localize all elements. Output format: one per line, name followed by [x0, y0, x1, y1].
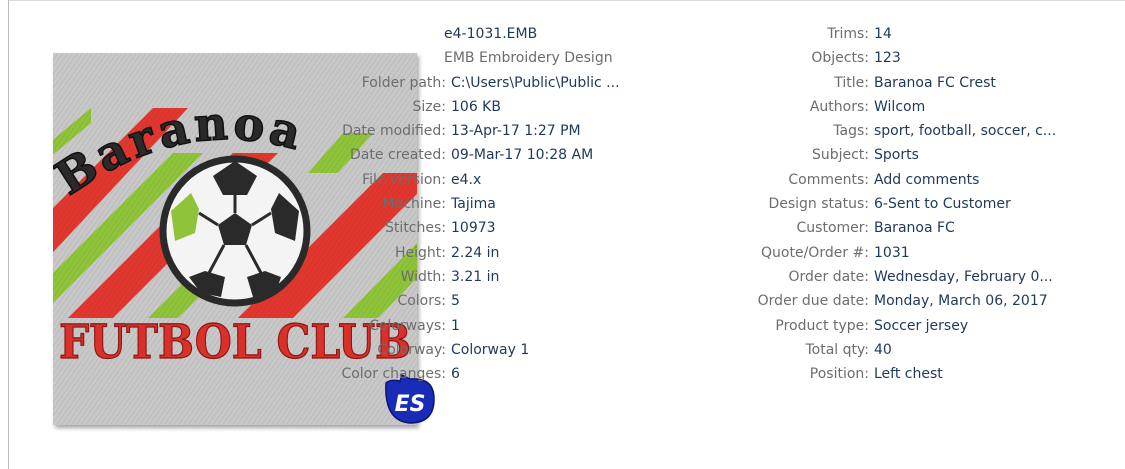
- property-label-tags: Tags:: [833, 123, 869, 140]
- property-value-authors[interactable]: Wilcom: [874, 95, 925, 119]
- property-label-total-qty: Total qty:: [805, 341, 869, 358]
- property-label-title: Title:: [834, 74, 869, 91]
- property-row-quote-order: Quote/Order #: 1031: [746, 241, 1125, 265]
- property-row-width: Width: 3.21 in: [319, 265, 669, 289]
- property-value-height[interactable]: 2.24 in: [451, 241, 499, 265]
- property-row-colorways: Colorways: 1: [319, 314, 669, 338]
- svg-text:ES: ES: [395, 392, 426, 417]
- property-label-date-modified: Date modified:: [342, 123, 446, 140]
- property-row-tags: Tags: sport, football, soccer, c...: [746, 119, 1125, 143]
- property-label-color-changes: Color changes:: [341, 366, 446, 383]
- property-label-quote-order: Quote/Order #:: [761, 244, 869, 261]
- property-row-color-changes: Color changes: 6: [319, 362, 669, 386]
- property-row-folder-path: Folder path: C:\Users\Public\Public ...: [319, 71, 669, 95]
- property-label-colorways: Colorways:: [369, 317, 446, 334]
- property-row-colors: Colors: 5: [319, 289, 669, 313]
- property-row-file-version: File version: e4.x: [319, 168, 669, 192]
- property-row-objects: Objects: 123: [746, 46, 1125, 70]
- property-row-authors: Authors: Wilcom: [746, 95, 1125, 119]
- property-value-quote-order[interactable]: 1031: [874, 241, 910, 265]
- property-label-order-date: Order date:: [788, 268, 869, 285]
- property-value-comments[interactable]: Add comments: [874, 168, 979, 192]
- property-row-product-type: Product type: Soccer jersey: [746, 314, 1125, 338]
- property-row-stitches: Stitches: 10973: [319, 216, 669, 240]
- property-value-folder-path[interactable]: C:\Users\Public\Public ...: [451, 71, 620, 95]
- property-row-date-created: Date created: 09-Mar-17 10:28 AM: [319, 143, 669, 167]
- property-value-file-version[interactable]: e4.x: [451, 168, 481, 192]
- property-label-objects: Objects:: [811, 50, 869, 67]
- property-row-trims: Trims: 14: [746, 22, 1125, 46]
- file-type-row: EMB Embroidery Design: [319, 46, 669, 70]
- top-divider: [9, 0, 1125, 1]
- property-label-height: Height:: [395, 244, 446, 261]
- property-row-size: Size: 106 KB: [319, 95, 669, 119]
- property-label-subject: Subject:: [811, 147, 869, 164]
- property-label-machine: Machine:: [382, 196, 446, 213]
- property-value-date-modified[interactable]: 13-Apr-17 1:27 PM: [451, 119, 581, 143]
- details-pane: Baranoa FUTBOL CLUB ES e4-1031.EMB EMB E…: [8, 0, 1125, 469]
- properties-left-column: e4-1031.EMB EMB Embroidery Design Folder…: [319, 22, 669, 386]
- property-label-order-due-date: Order due date:: [757, 293, 869, 310]
- property-label-colors: Colors:: [397, 293, 446, 310]
- property-label-design-status: Design status:: [768, 196, 869, 213]
- property-row-comments: Comments: Add comments: [746, 168, 1125, 192]
- property-value-color-changes[interactable]: 6: [451, 362, 460, 386]
- property-value-size[interactable]: 106 KB: [451, 95, 501, 119]
- property-label-file-version: File version:: [362, 171, 446, 188]
- property-label-customer: Customer:: [796, 220, 869, 237]
- property-value-date-created[interactable]: 09-Mar-17 10:28 AM: [451, 143, 593, 167]
- file-name-row: e4-1031.EMB: [319, 22, 669, 46]
- property-label-authors: Authors:: [809, 98, 869, 115]
- property-value-colorways[interactable]: 1: [451, 314, 460, 338]
- property-value-order-date[interactable]: Wednesday, February 0...: [874, 265, 1053, 289]
- property-value-tags[interactable]: sport, football, soccer, c...: [874, 119, 1056, 143]
- properties-right-column: Trims: 14 Objects: 123 Title: Baranoa FC Cres…: [746, 22, 1125, 386]
- property-row-position: Position: Left chest: [746, 362, 1125, 386]
- property-value-design-status[interactable]: 6-Sent to Customer: [874, 192, 1011, 216]
- property-value-width[interactable]: 3.21 in: [451, 265, 499, 289]
- property-row-machine: Machine: Tajima: [319, 192, 669, 216]
- file-name: e4-1031.EMB: [444, 26, 538, 42]
- property-label-stitches: Stitches:: [385, 220, 446, 237]
- property-row-colorway: Colorway: Colorway 1: [319, 338, 669, 362]
- property-value-machine[interactable]: Tajima: [451, 192, 496, 216]
- soccer-ball: [159, 155, 311, 307]
- property-value-product-type[interactable]: Soccer jersey: [874, 314, 968, 338]
- property-row-order-due-date: Order due date: Monday, March 06, 2017: [746, 289, 1125, 313]
- property-value-colors[interactable]: 5: [451, 289, 460, 313]
- property-value-total-qty[interactable]: 40: [874, 338, 892, 362]
- property-label-size: Size:: [412, 98, 446, 115]
- file-type: EMB Embroidery Design: [444, 50, 613, 67]
- property-value-title[interactable]: Baranoa FC Crest: [874, 71, 996, 95]
- property-row-customer: Customer: Baranoa FC: [746, 216, 1125, 240]
- property-row-total-qty: Total qty: 40: [746, 338, 1125, 362]
- property-row-height: Height: 2.24 in: [319, 241, 669, 265]
- property-row-design-status: Design status: 6-Sent to Customer: [746, 192, 1125, 216]
- property-value-customer[interactable]: Baranoa FC: [874, 216, 955, 240]
- property-value-trims[interactable]: 14: [874, 22, 892, 46]
- property-label-product-type: Product type:: [775, 317, 869, 334]
- property-label-date-created: Date created:: [350, 147, 446, 164]
- property-value-position[interactable]: Left chest: [874, 362, 943, 386]
- property-label-width: Width:: [400, 268, 446, 285]
- property-value-subject[interactable]: Sports: [874, 143, 919, 167]
- property-value-objects[interactable]: 123: [874, 46, 901, 70]
- property-row-subject: Subject: Sports: [746, 143, 1125, 167]
- property-row-date-modified: Date modified: 13-Apr-17 1:27 PM: [319, 119, 669, 143]
- property-value-order-due-date[interactable]: Monday, March 06, 2017: [874, 289, 1048, 313]
- property-label-position: Position:: [809, 366, 869, 383]
- property-label-colorway: Colorway:: [377, 341, 446, 358]
- property-label-trims: Trims:: [827, 26, 869, 42]
- property-value-stitches[interactable]: 10973: [451, 216, 496, 240]
- property-row-title: Title: Baranoa FC Crest: [746, 71, 1125, 95]
- property-value-colorway[interactable]: Colorway 1: [451, 338, 529, 362]
- property-label-folder-path: Folder path:: [361, 74, 446, 91]
- property-row-order-date: Order date: Wednesday, February 0...: [746, 265, 1125, 289]
- property-label-comments: Comments:: [788, 171, 869, 188]
